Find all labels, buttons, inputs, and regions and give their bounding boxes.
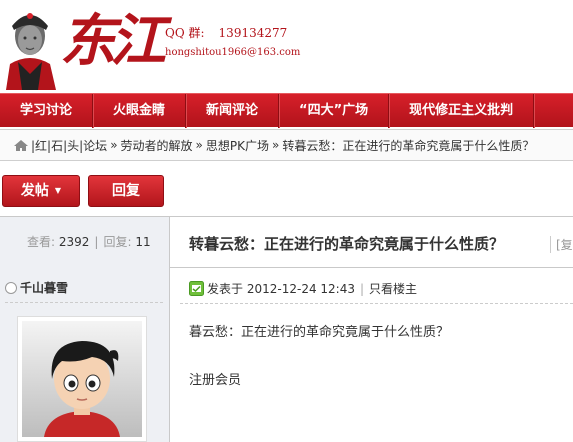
divider (180, 303, 573, 304)
meta-divider: | (359, 281, 365, 296)
thread-header: 查看: 2392 | 回复: 11 转暮云愁：正在进行的革命究竟属于什么性质？ [复 (0, 216, 573, 268)
offline-status-icon (5, 281, 17, 294)
qq-group-info: QQ 群: 139134277 (165, 24, 287, 41)
avatar[interactable] (17, 316, 147, 442)
divider (5, 302, 163, 303)
views-label: 查看: (27, 235, 56, 249)
replies-label: 回复: (103, 235, 132, 249)
post-status-icon (189, 281, 204, 296)
breadcrumb-board[interactable]: 思想PK广场 (206, 137, 269, 154)
portrait-logo-icon (6, 13, 56, 90)
breadcrumb: |红|石|头|论坛 » 劳动者的解放 » 思想PK广场 » 转暮云愁：正在进行的… (0, 129, 573, 161)
nav-item-news-review[interactable]: 新闻评论 (186, 94, 280, 128)
site-logo-text: 东江 (60, 8, 166, 74)
qq-number: 139134277 (218, 26, 288, 40)
replies-count: 11 (135, 235, 151, 249)
reply-button[interactable]: 回复 (88, 175, 164, 207)
new-post-button[interactable]: 发帖 ▼ (2, 175, 80, 207)
thread-title: 转暮云愁：正在进行的革命究竟属于什么性质？ (189, 235, 505, 253)
post-body-heading: 暮云愁：正在进行的革命究竟属于什么性质？ (189, 325, 450, 340)
breadcrumb-separator: » (110, 138, 118, 152)
breadcrumb-separator: » (272, 138, 280, 152)
site-header: 东江 QQ 群: 139134277 hongshitou1966@163.com (0, 0, 573, 93)
author-row: 千山暮雪 (5, 279, 68, 296)
nav-item-four-bigs[interactable]: “四大”广场 (279, 94, 390, 128)
posted-time: 2012-12-24 12:43 (246, 281, 355, 296)
nav-item-revisionism-critique[interactable]: 现代修正主义批判 (389, 94, 535, 128)
copy-link-button[interactable]: [复 (550, 236, 573, 253)
breadcrumb-separator: » (195, 138, 203, 152)
breadcrumb-thread[interactable]: 转暮云愁：正在进行的革命究竟属于什么性质？ (282, 137, 534, 154)
home-icon[interactable] (13, 139, 29, 152)
nav-item-sharp-eyes[interactable]: 火眼金睛 (93, 94, 187, 128)
breadcrumb-category[interactable]: 劳动者的解放 (121, 137, 193, 154)
main-nav: 学习讨论 火眼金睛 新闻评论 “四大”广场 现代修正主义批判 (0, 93, 573, 128)
nav-item-study[interactable]: 学习讨论 (0, 94, 94, 128)
breadcrumb-forum[interactable]: |红|石|头|论坛 (31, 137, 107, 154)
author-sidebar: 千山暮雪 (0, 268, 170, 442)
post-meta: 发表于 2012-12-24 12:43 | 只看楼主 (189, 280, 417, 297)
posted-label: 发表于 (207, 282, 244, 296)
stats-divider: | (94, 235, 99, 249)
chevron-down-icon: ▼ (54, 186, 62, 195)
qq-label: QQ 群: (165, 26, 205, 40)
thread-stats: 查看: 2392 | 回复: 11 (0, 217, 170, 268)
only-author-link[interactable]: 只看楼主 (369, 280, 417, 297)
author-name[interactable]: 千山暮雪 (20, 279, 68, 296)
avatar-cartoon-icon (22, 321, 142, 437)
new-post-label: 发帖 (20, 183, 49, 199)
post-body-text: 注册会员 (189, 373, 242, 388)
views-count: 2392 (58, 235, 90, 249)
contact-email: hongshitou1966@163.com (165, 47, 301, 58)
